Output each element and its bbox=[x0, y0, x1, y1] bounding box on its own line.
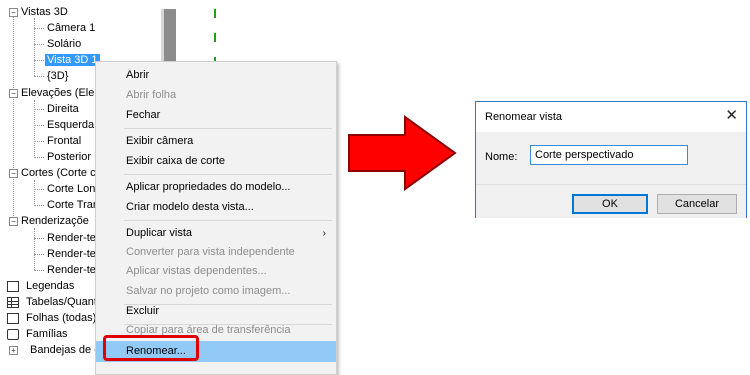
tree-node-tabelas[interactable]: Tabelas/Quant bbox=[26, 294, 97, 310]
tree-node-vista3d1[interactable]: Vista 3D 1 bbox=[45, 52, 100, 68]
section-line-dash bbox=[214, 9, 216, 18]
collapse-toggle-icon[interactable]: − bbox=[9, 169, 18, 178]
tree-node-esquerda[interactable]: Esquerda bbox=[47, 117, 94, 133]
schedule-icon bbox=[7, 297, 19, 308]
tree-node-corte-tran[interactable]: Corte Tran bbox=[47, 197, 99, 213]
tree-connector bbox=[34, 270, 44, 271]
menu-item-aplicar-propriedades[interactable]: Aplicar propriedades do modelo... bbox=[96, 178, 336, 197]
menu-item-aplicar-dependentes: Aplicar vistas dependentes... bbox=[96, 262, 336, 281]
menu-item-fechar[interactable]: Fechar bbox=[96, 106, 336, 125]
expand-toggle-icon[interactable]: + bbox=[9, 346, 18, 355]
tree-node-corte-lon[interactable]: Corte Lon bbox=[47, 181, 95, 197]
menu-item-exibir-camera[interactable]: Exibir câmera bbox=[96, 132, 336, 151]
legend-icon bbox=[7, 281, 19, 292]
menu-item-label: Exibir câmera bbox=[126, 135, 194, 147]
menu-item-label: Exibir caixa de corte bbox=[126, 155, 226, 167]
menu-separator bbox=[124, 220, 332, 221]
tree-connector bbox=[34, 238, 44, 239]
tree-connector bbox=[34, 60, 44, 61]
menu-item-label: Fechar bbox=[126, 109, 161, 121]
tree-node-posterior[interactable]: Posterior bbox=[47, 149, 91, 165]
menu-item-salvar-imagem: Salvar no projeto como imagem... bbox=[96, 282, 336, 301]
menu-item-label: Aplicar propriedades do modelo... bbox=[126, 181, 291, 193]
tree-node-vistas3d[interactable]: Vistas 3D bbox=[21, 4, 68, 20]
menu-item-label: Duplicar vista bbox=[126, 227, 193, 239]
menu-item-abrir-folha: Abrir folha bbox=[96, 86, 336, 105]
tree-connector bbox=[34, 254, 44, 255]
tree-node-camera1[interactable]: Câmera 1 bbox=[47, 20, 95, 36]
tree-node-elevacoes[interactable]: Elevações (Ele bbox=[21, 85, 94, 101]
tree-node-folhas[interactable]: Folhas (todas) bbox=[26, 310, 96, 326]
tree-node-renderizacoes[interactable]: Renderizaçõe bbox=[21, 213, 89, 229]
menu-separator bbox=[124, 174, 332, 175]
ok-button[interactable]: OK bbox=[572, 194, 648, 214]
menu-item-label: Aplicar vistas dependentes... bbox=[126, 265, 267, 277]
tree-node-render-2[interactable]: Render-te bbox=[47, 246, 96, 262]
menu-item-exibir-caixa-corte[interactable]: Exibir caixa de corte bbox=[96, 152, 336, 171]
tree-connector bbox=[34, 44, 44, 45]
tree-node-3d[interactable]: {3D} bbox=[47, 68, 68, 84]
tree-connector bbox=[34, 205, 44, 206]
selected-node-label: Vista 3D 1 bbox=[45, 54, 100, 66]
tree-connector bbox=[34, 141, 44, 142]
menu-item-label: Salvar no projeto como imagem... bbox=[126, 285, 291, 297]
tree-node-render-1[interactable]: Render-te bbox=[47, 230, 96, 246]
tree-connector bbox=[34, 109, 44, 110]
tree-node-render-3[interactable]: Render-te bbox=[47, 262, 96, 278]
collapse-toggle-icon[interactable]: − bbox=[9, 8, 18, 17]
menu-item-label: Excluir bbox=[126, 305, 160, 317]
tree-node-cortes[interactable]: Cortes (Corte c bbox=[21, 165, 96, 181]
collapse-toggle-icon[interactable]: − bbox=[9, 217, 18, 226]
tree-connector bbox=[34, 28, 44, 29]
tree-node-frontal[interactable]: Frontal bbox=[47, 133, 81, 149]
menu-item-converter-independente: Converter para vista independente bbox=[96, 243, 336, 262]
menu-item-abrir[interactable]: Abrir bbox=[96, 66, 336, 85]
cancel-button[interactable]: Cancelar bbox=[657, 194, 737, 214]
close-icon[interactable]: ✕ bbox=[725, 108, 738, 124]
tree-connector bbox=[34, 189, 44, 190]
tree-connector bbox=[34, 76, 44, 77]
menu-item-label: Abrir bbox=[126, 69, 150, 81]
submenu-arrow-icon: › bbox=[322, 228, 326, 239]
name-input[interactable]: Corte perspectivado bbox=[530, 145, 688, 165]
tree-connector bbox=[34, 228, 35, 270]
big-red-arrow-icon bbox=[348, 115, 457, 191]
menu-item-label: Abrir folha bbox=[126, 89, 177, 101]
sheets-icon bbox=[7, 313, 19, 324]
tree-node-legendas[interactable]: Legendas bbox=[26, 278, 74, 294]
menu-item-label: Criar modelo desta vista... bbox=[126, 201, 254, 213]
menu-item-label: Converter para vista independente bbox=[126, 246, 295, 258]
tree-node-solario[interactable]: Solário bbox=[47, 36, 81, 52]
name-label: Nome: bbox=[485, 151, 518, 163]
tree-connector bbox=[34, 18, 35, 76]
dialog-title: Renomear vista bbox=[485, 111, 563, 123]
rename-view-dialog: Renomear vista ✕ Nome: Corte perspectiva… bbox=[475, 101, 747, 218]
tree-connector bbox=[34, 180, 35, 206]
dialog-titlebar: Renomear vista ✕ bbox=[476, 102, 746, 132]
menu-item-excluir[interactable]: Excluir bbox=[96, 302, 336, 321]
section-line-dash bbox=[214, 33, 216, 42]
families-icon bbox=[7, 329, 19, 340]
highlight-annotation-box bbox=[103, 335, 199, 361]
menu-item-criar-modelo[interactable]: Criar modelo desta vista... bbox=[96, 198, 336, 217]
context-menu: Abrir Abrir folha Fechar Exibir câmera E… bbox=[95, 61, 337, 375]
view-scrollbar[interactable] bbox=[161, 9, 176, 64]
menu-separator bbox=[124, 128, 332, 129]
tree-node-bandejas[interactable]: Bandejas de c bbox=[30, 342, 100, 358]
tree-node-direita[interactable]: Direita bbox=[47, 101, 79, 117]
tree-connector bbox=[34, 157, 44, 158]
collapse-toggle-icon[interactable]: − bbox=[9, 89, 18, 98]
tree-node-familias[interactable]: Famílias bbox=[26, 326, 68, 342]
menu-item-duplicar-vista[interactable]: Duplicar vista › bbox=[96, 224, 336, 243]
tree-connector bbox=[34, 125, 44, 126]
